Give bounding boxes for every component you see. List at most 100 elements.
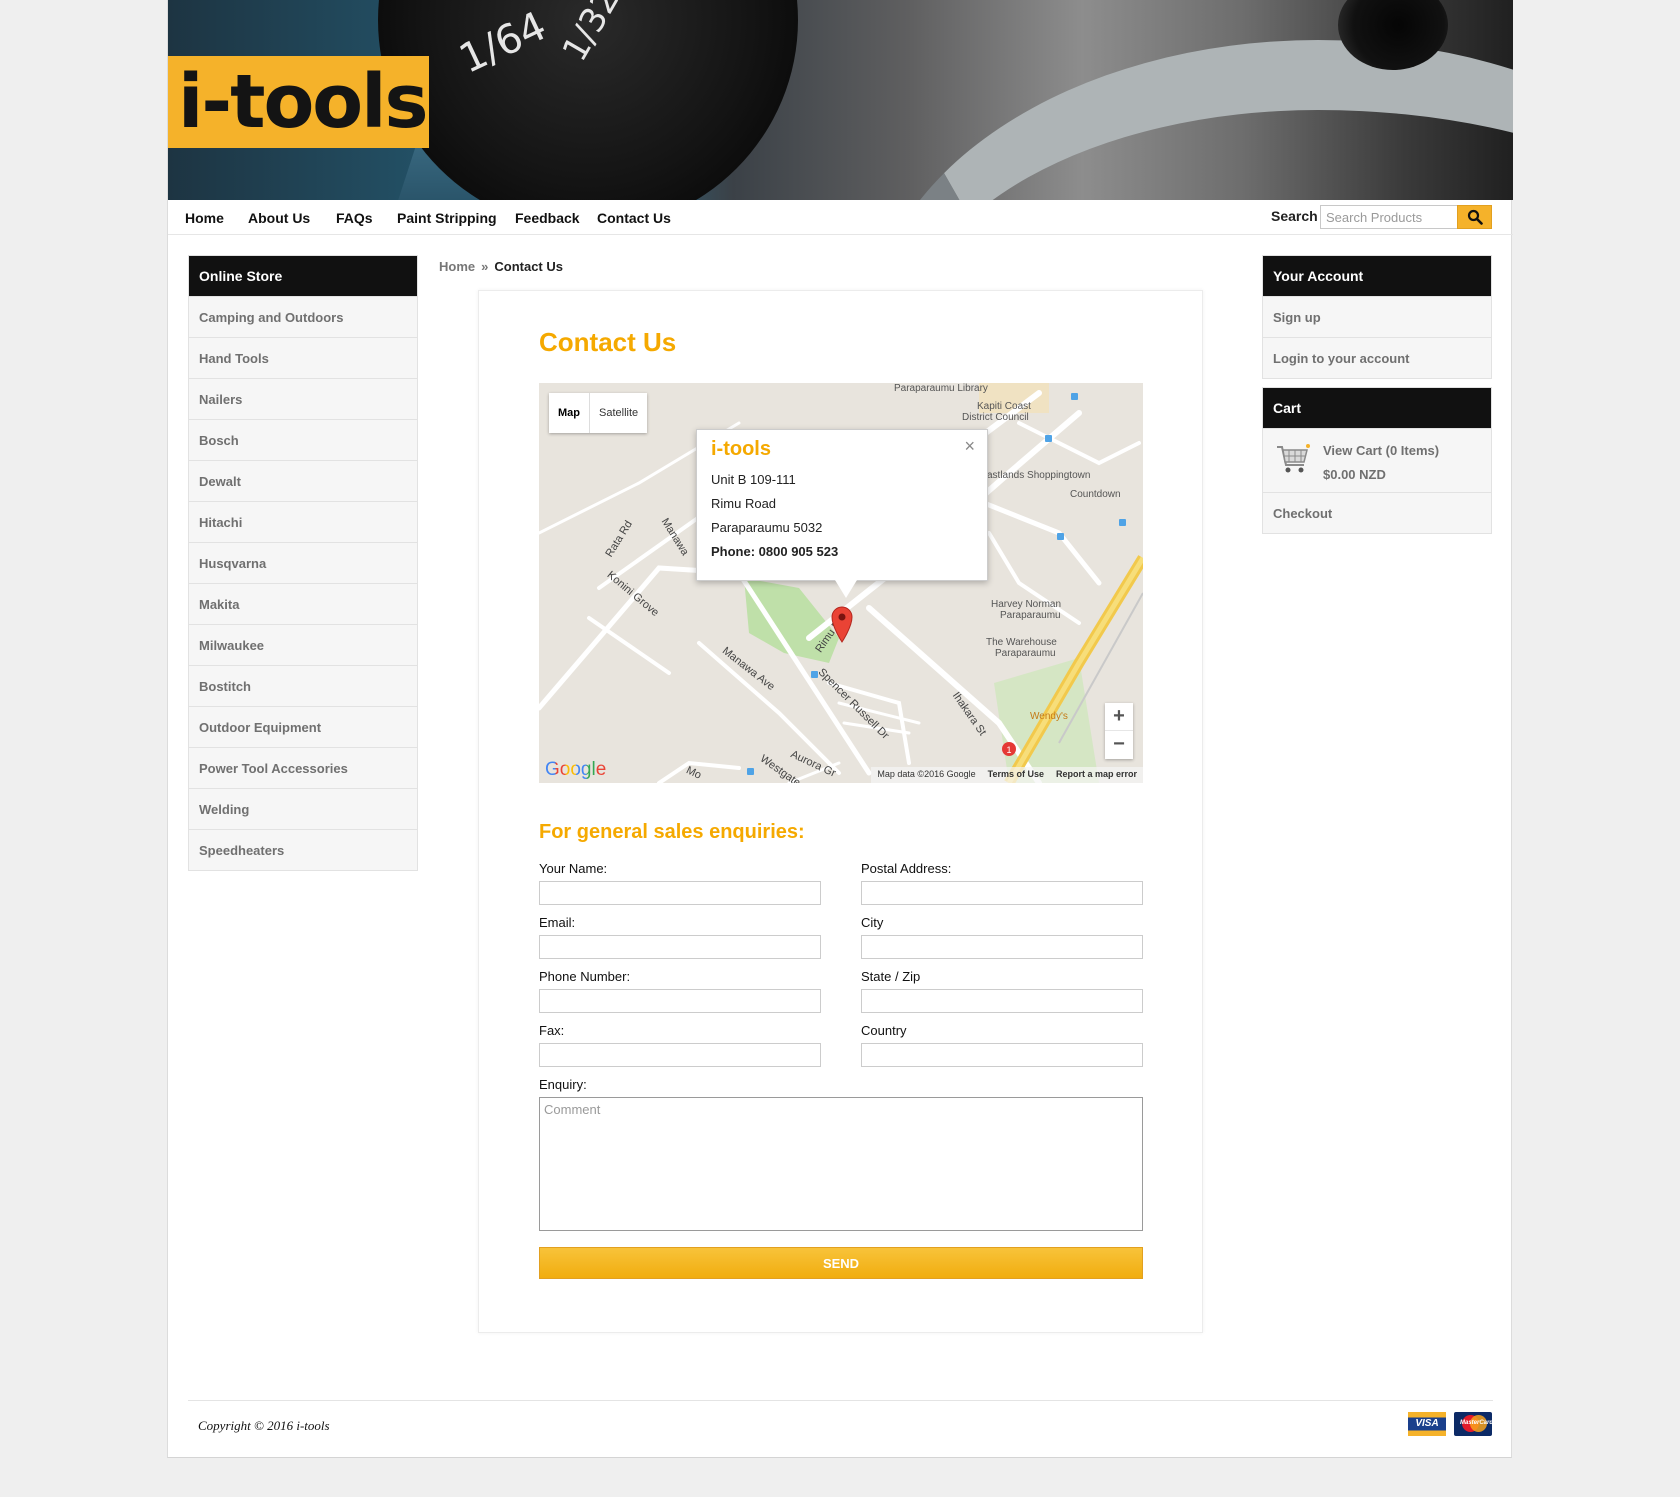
category-outdoor-equipment[interactable]: Outdoor Equipment xyxy=(189,706,417,747)
nav-feedback[interactable]: Feedback xyxy=(515,210,580,226)
place-warehouse-line1: The Warehouse xyxy=(986,637,1057,648)
contact-panel: Contact Us 1 Paraparaumu Library Kapiti … xyxy=(478,290,1203,1333)
breadcrumb-separator: » xyxy=(481,259,489,274)
online-store-sidebar: Online Store Camping and Outdoors Hand T… xyxy=(188,255,418,871)
category-dewalt[interactable]: Dewalt xyxy=(189,460,417,501)
online-store-heading: Online Store xyxy=(189,256,417,296)
close-icon[interactable]: × xyxy=(964,436,975,457)
enquiry-textarea[interactable] xyxy=(539,1097,1143,1231)
page-container: 1/64 1/32 i-tools Home About Us FAQs Pai… xyxy=(167,0,1513,1458)
search-input[interactable] xyxy=(1320,205,1457,229)
account-sidebar: Your Account Sign up Login to your accou… xyxy=(1262,255,1492,379)
login-link[interactable]: Login to your account xyxy=(1263,337,1491,378)
country-field[interactable] xyxy=(861,1043,1143,1067)
visa-icon: VISA xyxy=(1408,1412,1446,1436)
breadcrumb-home[interactable]: Home xyxy=(439,259,475,274)
category-speedheaters[interactable]: Speedheaters xyxy=(189,829,417,870)
search-label: Search xyxy=(1271,208,1318,224)
place-harvey-line1: Harvey Norman xyxy=(991,599,1062,610)
place-library: Paraparaumu Library xyxy=(894,383,988,394)
category-milwaukee[interactable]: Milwaukee xyxy=(189,624,417,665)
your-name-label: Your Name: xyxy=(539,861,608,876)
city-field[interactable] xyxy=(861,935,1143,959)
map-report-link[interactable]: Report a map error xyxy=(1056,769,1137,781)
place-council-line1: Kapiti Coast xyxy=(977,401,1031,412)
info-address-line3: Paraparaumu 5032 xyxy=(711,520,823,535)
info-address-line1: Unit B 109-111 xyxy=(711,472,796,487)
state-zip-label: State / Zip xyxy=(861,969,921,984)
category-husqvarna[interactable]: Husqvarna xyxy=(189,542,417,583)
category-power-tool-accessories[interactable]: Power Tool Accessories xyxy=(189,747,417,788)
nav-faqs[interactable]: FAQs xyxy=(336,210,373,226)
google-wordmark: Google xyxy=(545,759,607,780)
cart-total: $0.00 NZD xyxy=(1323,467,1386,482)
category-bosch[interactable]: Bosch xyxy=(189,419,417,460)
place-warehouse-line2: Paraparaumu xyxy=(995,648,1056,659)
nav-home[interactable]: Home xyxy=(185,210,224,226)
header-banner: 1/64 1/32 i-tools xyxy=(168,0,1513,200)
cart-heading: Cart xyxy=(1263,388,1491,428)
route-badge: 1 xyxy=(1006,745,1011,755)
place-harvey-line2: Paraparaumu xyxy=(1000,610,1061,621)
dial-label: 1/32 xyxy=(554,0,628,69)
footer-divider xyxy=(188,1400,1493,1401)
map-tab-map[interactable]: Map xyxy=(549,393,590,433)
city-label: City xyxy=(861,915,884,930)
search-icon xyxy=(1467,209,1483,225)
postal-address-label: Postal Address: xyxy=(861,861,952,876)
nav-about-us[interactable]: About Us xyxy=(248,210,310,226)
category-makita[interactable]: Makita xyxy=(189,583,417,624)
sign-up-link[interactable]: Sign up xyxy=(1263,296,1491,337)
country-label: Country xyxy=(861,1023,907,1038)
breadcrumb: Home » Contact Us xyxy=(439,259,563,274)
nav-contact-us[interactable]: Contact Us xyxy=(597,210,671,226)
map-terms-link[interactable]: Terms of Use xyxy=(988,769,1044,781)
category-nailers[interactable]: Nailers xyxy=(189,378,417,419)
map-attribution: Map data ©2016 Google Terms of Use Repor… xyxy=(871,767,1143,783)
category-welding[interactable]: Welding xyxy=(189,788,417,829)
category-camping-and-outdoors[interactable]: Camping and Outdoors xyxy=(189,296,417,337)
search-button[interactable] xyxy=(1457,205,1492,229)
info-phone: Phone: 0800 905 523 xyxy=(711,544,839,559)
nav-paint-stripping[interactable]: Paint Stripping xyxy=(397,210,497,226)
place-countdown: Countdown xyxy=(1070,489,1121,500)
map-data-credit: Map data ©2016 Google xyxy=(877,769,976,779)
enquiry-label: Enquiry: xyxy=(539,1077,587,1092)
map-type-toggle: Map Satellite xyxy=(549,393,648,433)
place-wendys: Wendy's xyxy=(1030,711,1068,722)
place-shoppingtown: astlands Shoppingtown xyxy=(987,470,1091,481)
state-zip-field[interactable] xyxy=(861,989,1143,1013)
phone-number-label: Phone Number: xyxy=(539,969,631,984)
category-hitachi[interactable]: Hitachi xyxy=(189,501,417,542)
mastercard-text: MasterCard xyxy=(1460,1420,1494,1426)
info-title: i-tools xyxy=(711,438,771,460)
category-hand-tools[interactable]: Hand Tools xyxy=(189,337,417,378)
place-council-line2: District Council xyxy=(962,412,1029,423)
postal-address-field[interactable] xyxy=(861,881,1143,905)
location-map[interactable]: 1 Paraparaumu Library Kapiti Coast Distr… xyxy=(539,383,1143,783)
map-marker-icon[interactable] xyxy=(831,605,853,643)
site-logo[interactable]: i-tools xyxy=(168,56,429,148)
google-logo: Google xyxy=(545,759,606,781)
map-zoom-control: + − xyxy=(1105,703,1133,759)
fax-field[interactable] xyxy=(539,1043,821,1067)
map-info-window: i-tools × Unit B 109-111 Rimu Road Parap… xyxy=(696,429,988,581)
phone-number-field[interactable] xyxy=(539,989,821,1013)
breadcrumb-current: Contact Us xyxy=(494,259,563,274)
cart-sidebar: Cart View Cart (0 Items) $0.00 NZD Check… xyxy=(1262,387,1492,534)
shopping-cart-icon xyxy=(1277,444,1310,473)
your-name-field[interactable] xyxy=(539,881,821,905)
view-cart-link[interactable]: View Cart (0 Items) xyxy=(1323,443,1439,458)
zoom-in-button[interactable]: + xyxy=(1105,703,1133,731)
category-bostitch[interactable]: Bostitch xyxy=(189,665,417,706)
email-label: Email: xyxy=(539,915,576,930)
banner-dial: 1/64 1/32 xyxy=(378,0,798,200)
send-button[interactable]: SEND xyxy=(539,1247,1143,1279)
email-field[interactable] xyxy=(539,935,821,959)
form-heading: For general sales enquiries: xyxy=(539,821,805,843)
checkout-link[interactable]: Checkout xyxy=(1263,492,1491,533)
zoom-out-button[interactable]: − xyxy=(1105,731,1133,759)
cart-summary[interactable]: View Cart (0 Items) $0.00 NZD xyxy=(1263,428,1491,492)
info-window-tail xyxy=(835,580,857,598)
map-tab-satellite[interactable]: Satellite xyxy=(590,393,647,433)
